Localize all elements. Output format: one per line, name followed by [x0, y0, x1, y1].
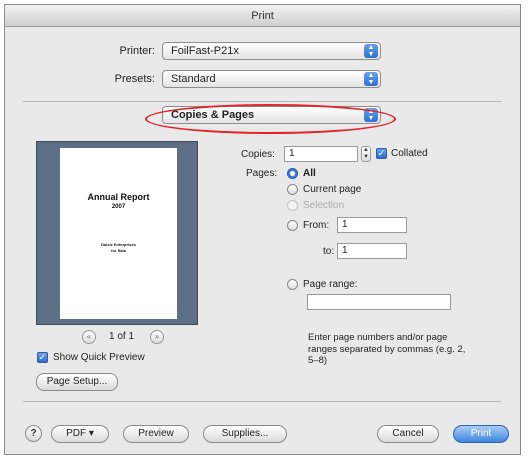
separator [23, 101, 501, 102]
pages-all-label: All [303, 168, 316, 179]
next-page-button[interactable]: » [150, 330, 164, 344]
print-dialog: Print Printer: FoilFast-P21x ▲ ▼ Presets:… [4, 4, 521, 455]
to-label: to: [323, 246, 335, 257]
copies-stepper[interactable]: ▲ ▼ [361, 146, 371, 162]
preview-page-footer-line2: for Sala [111, 248, 126, 253]
page-indicator: 1 of 1 [109, 331, 135, 342]
copies-input[interactable]: 1 [284, 146, 358, 162]
pages-all-radio[interactable] [287, 168, 298, 179]
pdf-menu-button[interactable]: PDF ▾ [51, 425, 109, 443]
preview-page: Annual Report 2007 Dalsiz Enterprises fo… [60, 148, 177, 319]
from-input[interactable]: 1 [337, 217, 407, 233]
to-input[interactable]: 1 [337, 243, 407, 259]
page-setup-button[interactable]: Page Setup... [36, 373, 118, 391]
page-range-label: Page range: [303, 279, 358, 290]
popup-arrows-icon: ▲ ▼ [364, 108, 378, 122]
printer-value: FoilFast-P21x [171, 45, 239, 57]
preview-button[interactable]: Preview [123, 425, 189, 443]
page-range-radio[interactable] [287, 279, 298, 290]
selection-radio [287, 200, 298, 211]
page-preview: Annual Report 2007 Dalsiz Enterprises fo… [36, 141, 198, 325]
page-range-input[interactable] [307, 294, 451, 310]
selection-label: Selection [303, 200, 345, 211]
section-popup[interactable]: Copies & Pages ▲ ▼ [162, 106, 381, 124]
preview-page-year: 2007 [111, 204, 126, 210]
separator [23, 401, 501, 402]
popup-arrows-icon: ▲ ▼ [364, 44, 378, 58]
current-page-label: Current page [303, 184, 362, 195]
current-page-radio[interactable] [287, 184, 298, 195]
copies-label: Copies: [241, 149, 275, 160]
page-range-hint: Enter page numbers and/or page ranges se… [308, 332, 466, 366]
help-button[interactable]: ? [25, 425, 42, 442]
collated-label: Collated [391, 148, 428, 159]
printer-label: Printer: [119, 45, 155, 57]
pages-label: Pages: [246, 168, 278, 179]
supplies-button[interactable]: Supplies... [203, 425, 287, 443]
cancel-button[interactable]: Cancel [377, 425, 439, 443]
from-label: From: [303, 220, 330, 231]
quick-preview-checkbox[interactable]: ✓ [37, 352, 48, 363]
presets-popup[interactable]: Standard ▲ ▼ [162, 70, 381, 88]
preview-page-title: Annual Report [87, 192, 150, 202]
section-value: Copies & Pages [171, 109, 255, 121]
previous-page-button[interactable]: « [82, 330, 96, 344]
presets-value: Standard [171, 73, 216, 85]
preview-page-footer: Dalsiz Enterprises for Sala [60, 242, 177, 254]
from-radio[interactable] [287, 220, 298, 231]
window-title: Print [5, 5, 520, 27]
collated-checkbox[interactable]: ✓ [376, 148, 387, 159]
printer-popup[interactable]: FoilFast-P21x ▲ ▼ [162, 42, 381, 60]
presets-label: Presets: [114, 73, 155, 85]
quick-preview-label: Show Quick Preview [53, 352, 145, 363]
popup-arrows-icon: ▲ ▼ [364, 72, 378, 86]
print-button[interactable]: Print [453, 425, 509, 443]
